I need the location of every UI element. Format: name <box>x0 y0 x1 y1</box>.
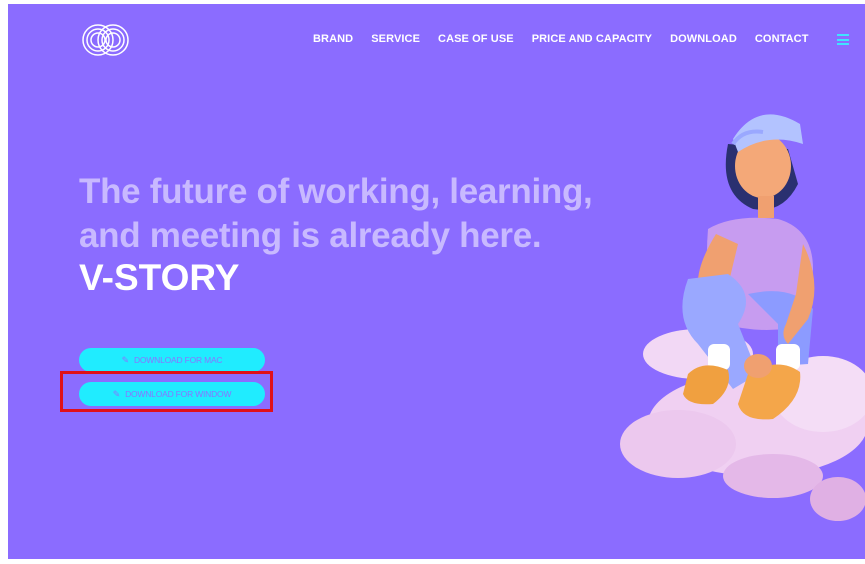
nav-price-and-capacity[interactable]: PRICE AND CAPACITY <box>532 33 652 45</box>
nav-brand[interactable]: BRAND <box>313 33 353 45</box>
main-nav: BRAND SERVICE CASE OF USE PRICE AND CAPA… <box>313 33 827 45</box>
download-mac-button[interactable]: ✎ DOWNLOAD FOR MAC <box>79 348 265 372</box>
logo-icon[interactable] <box>80 22 132 58</box>
headline-line-2: and meeting is already here. <box>79 216 542 255</box>
headline-line-1: The future of working, learning, <box>79 172 593 211</box>
pencil-icon: ✎ <box>121 354 130 365</box>
nav-service[interactable]: SERVICE <box>371 33 420 45</box>
nav-contact[interactable]: CONTACT <box>755 33 809 45</box>
page-frame: BRAND SERVICE CASE OF USE PRICE AND CAPA… <box>8 4 865 559</box>
hero-illustration <box>620 114 865 521</box>
hamburger-menu-icon[interactable] <box>837 34 849 45</box>
nav-download[interactable]: DOWNLOAD <box>670 33 737 45</box>
hero-headline: The future of working, learning, and mee… <box>79 170 679 258</box>
highlight-box <box>60 371 273 412</box>
brand-title: V-STORY <box>79 257 240 298</box>
download-mac-label: DOWNLOAD FOR MAC <box>133 355 223 365</box>
nav-case-of-use[interactable]: CASE OF USE <box>438 33 514 45</box>
